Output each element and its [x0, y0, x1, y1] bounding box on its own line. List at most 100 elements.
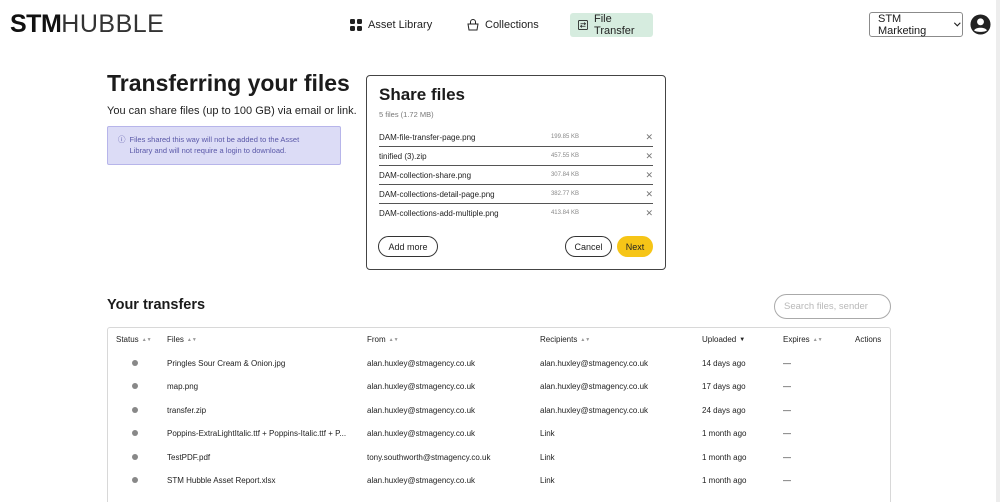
- share-file-size: 413.84 KB: [550, 210, 579, 216]
- chevron-down-icon: [954, 22, 962, 27]
- file-cell: TestPDF.pdf: [167, 453, 211, 462]
- column-header-recipients[interactable]: Recipients ▲▼: [540, 335, 590, 344]
- status-dot-icon: [132, 477, 138, 483]
- uploaded-cell: 1 month ago: [702, 453, 747, 462]
- share-file-row: tinified (3).zip 457.55 KB ✕: [379, 147, 653, 166]
- recipients-cell: alan.huxley@stmagency.co.uk: [540, 382, 649, 391]
- table-row[interactable]: map.png alan.huxley@stmagency.co.uk alan…: [108, 375, 890, 398]
- share-file-name: DAM-file-transfer-page.png: [379, 133, 476, 142]
- status-dot-icon: [132, 454, 138, 460]
- info-notice-line: Library and will not require a login to …: [129, 145, 287, 155]
- search-input[interactable]: Search files, sender: [774, 294, 891, 319]
- page-title: Transferring your files: [107, 70, 350, 96]
- remove-file-icon[interactable]: ✕: [645, 132, 653, 143]
- column-header-from[interactable]: From ▲▼: [367, 335, 399, 344]
- sort-desc-icon: ▼: [739, 336, 746, 343]
- remove-file-icon[interactable]: ✕: [645, 189, 653, 200]
- column-header-label: Expires: [783, 335, 810, 344]
- from-cell: alan.huxley@stmagency.co.uk: [367, 382, 476, 391]
- share-file-name: tinified (3).zip: [379, 152, 427, 161]
- table-row[interactable]: Pringles Sour Cream & Onion.jpg alan.hux…: [108, 352, 890, 375]
- nav-file-transfer[interactable]: File Transfer: [570, 13, 653, 37]
- transfers-title: Your transfers: [107, 297, 206, 313]
- status-dot-icon: [132, 430, 138, 436]
- file-cell: Pringles Sour Cream & Onion.jpg: [167, 359, 286, 368]
- sort-icon: ▲▼: [141, 336, 152, 343]
- sort-icon: ▲▼: [388, 336, 399, 343]
- info-icon: ⓘ: [118, 135, 126, 144]
- transfer-icon: [578, 19, 589, 31]
- intro-subtitle: You can share files (up to 100 GB) via e…: [107, 105, 357, 117]
- column-header-label: Uploaded: [702, 335, 737, 344]
- logo-light-text: HUBBLE: [61, 10, 165, 38]
- nav-collections-label: Collections: [485, 19, 539, 31]
- column-header-uploaded[interactable]: Uploaded ▼: [702, 335, 745, 344]
- recipients-cell: alan.huxley@stmagency.co.uk: [540, 406, 649, 415]
- share-file-size: 457.55 KB: [550, 153, 579, 159]
- expires-cell: —: [783, 476, 791, 485]
- share-file-name: DAM-collection-share.png: [379, 171, 472, 180]
- next-button[interactable]: Next: [617, 236, 653, 257]
- nav-file-transfer-label: File Transfer: [594, 13, 635, 37]
- user-avatar-icon[interactable]: [970, 14, 991, 35]
- uploaded-cell: 1 month ago: [702, 476, 747, 485]
- file-cell: Poppins-ExtraLightItalic.ttf + Poppins-I…: [167, 429, 347, 438]
- status-dot-icon: [132, 407, 138, 413]
- share-file-size: 382.77 KB: [550, 191, 579, 197]
- logo-bold-text: STM: [10, 10, 62, 38]
- recipients-cell: Link: [540, 453, 555, 462]
- share-file-size: 307.84 KB: [550, 172, 579, 178]
- table-row[interactable]: transfer.zip alan.huxley@stmagency.co.uk…: [108, 399, 890, 422]
- organisation-select-value: STM Marketing: [878, 12, 927, 37]
- basket-icon: [467, 19, 479, 31]
- recipients-cell: alan.huxley@stmagency.co.uk: [540, 359, 649, 368]
- share-file-row: DAM-collections-detail-page.png 382.77 K…: [379, 185, 653, 204]
- recipients-cell: Link: [540, 429, 555, 438]
- column-header-label: From: [367, 335, 386, 344]
- table-row[interactable]: TestPDF.pdf tony.southworth@stmagency.co…: [108, 446, 890, 469]
- share-file-row: DAM-file-transfer-page.png 199.85 KB ✕: [379, 128, 653, 147]
- remove-file-icon[interactable]: ✕: [645, 170, 653, 181]
- table-row[interactable]: STM Hubble Asset Report.xlsx alan.huxley…: [108, 469, 890, 492]
- sort-icon: ▲▼: [812, 336, 823, 343]
- cancel-button[interactable]: Cancel: [565, 236, 612, 257]
- expires-cell: —: [783, 429, 791, 438]
- share-files-count: 5 files (1.72 MB): [379, 110, 434, 119]
- nav-asset-library-label: Asset Library: [368, 19, 433, 31]
- table-row[interactable]: Poppins-ExtraLightItalic.ttf + Poppins-I…: [108, 422, 890, 445]
- column-header-files[interactable]: Files ▲▼: [167, 335, 197, 344]
- share-file-size: 199.85 KB: [550, 134, 579, 140]
- share-files-title: Share files: [379, 85, 465, 104]
- uploaded-cell: 17 days ago: [702, 382, 746, 391]
- remove-file-icon[interactable]: ✕: [645, 151, 653, 162]
- file-cell: STM Hubble Asset Report.xlsx: [167, 476, 276, 485]
- uploaded-cell: 14 days ago: [702, 359, 746, 368]
- recipients-cell: Link: [540, 476, 555, 485]
- column-header-actions: Actions: [855, 335, 881, 344]
- from-cell: alan.huxley@stmagency.co.uk: [367, 429, 476, 438]
- column-header-expires[interactable]: Expires ▲▼: [783, 335, 823, 344]
- add-more-button[interactable]: Add more: [378, 236, 438, 257]
- from-cell: alan.huxley@stmagency.co.uk: [367, 359, 476, 368]
- sort-icon: ▲▼: [186, 336, 197, 343]
- share-file-name: DAM-collections-add-multiple.png: [379, 209, 499, 218]
- column-header-label: Files: [167, 335, 184, 344]
- column-header-label: Actions: [855, 335, 882, 344]
- share-files-card: Share files 5 files (1.72 MB) DAM-file-t…: [366, 75, 666, 270]
- nav-asset-library[interactable]: Asset Library: [342, 13, 440, 37]
- grid-icon: [350, 19, 362, 31]
- logo[interactable]: STM HUBBLE: [10, 10, 164, 39]
- organisation-select[interactable]: STM Marketing: [869, 12, 963, 37]
- column-header-status[interactable]: Status ▲▼: [116, 335, 152, 344]
- uploaded-cell: 24 days ago: [702, 406, 746, 415]
- from-cell: tony.southworth@stmagency.co.uk: [367, 453, 491, 462]
- remove-file-icon[interactable]: ✕: [645, 208, 653, 219]
- page-scrollbar[interactable]: [996, 0, 1000, 502]
- from-cell: alan.huxley@stmagency.co.uk: [367, 476, 476, 485]
- info-notice-text: Files shared this way will not be added …: [130, 135, 300, 164]
- from-cell: alan.huxley@stmagency.co.uk: [367, 406, 476, 415]
- share-file-name: DAM-collections-detail-page.png: [379, 190, 495, 199]
- expires-cell: —: [783, 382, 791, 391]
- nav-collections[interactable]: Collections: [459, 13, 547, 37]
- file-cell: transfer.zip: [167, 406, 207, 415]
